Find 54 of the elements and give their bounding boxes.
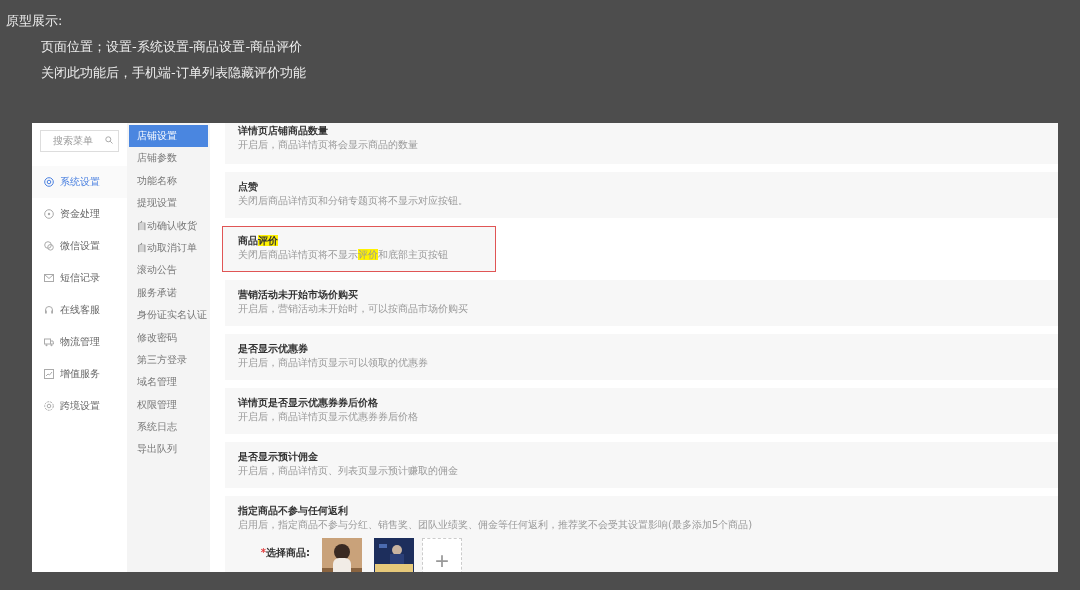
coin-icon [44, 208, 54, 219]
search-field[interactable]: 搜索菜单 [40, 129, 119, 152]
setting-title: 商品评价 [238, 234, 279, 248]
sidebar-item[interactable]: 资金处理 [32, 197, 127, 230]
sidebar-item[interactable]: 物流管理 [32, 325, 127, 358]
sidebar-item[interactable]: 跨境设置 [32, 389, 127, 422]
setting-description: 开启后，商品详情页显示可以领取的优惠券 [238, 356, 429, 370]
setting-title: 点赞 [238, 180, 259, 194]
setting-title: 营销活动未开始市场价购买 [238, 288, 359, 302]
truck-icon [44, 336, 54, 347]
submenu-item[interactable]: 店铺设置 [129, 125, 208, 148]
field-label: *选择商品: [259, 546, 310, 560]
sidebar-item[interactable]: 增值服务 [32, 357, 127, 390]
setting-title: 是否显示预计佣金 [238, 450, 319, 464]
setting-description: 关闭后商品详情页将不显示评价和底部主页按钮 [238, 248, 449, 262]
setting-description: 关闭后商品详情页和分销专题页将不显示对应按钮。 [238, 194, 469, 208]
notes-line: 关闭此功能后，手机端-订单列表隐藏评价功能 [40, 64, 307, 82]
notes-line: 页面位置；设置-系统设置-商品设置-商品评价 [40, 38, 304, 56]
setting-description: 开启后，营销活动未开始时，可以按商品市场价购买 [238, 302, 469, 316]
submenu-item[interactable]: 滚动公告 [129, 259, 208, 282]
chart-icon [44, 368, 54, 379]
envelope-icon [44, 272, 54, 283]
setting-description: 开启后，商品详情页显示优惠券券后价格 [238, 410, 419, 424]
submenu-item[interactable]: 域名管理 [129, 371, 208, 394]
submenu-item[interactable]: 自动确认收货 [129, 214, 208, 237]
submenu-item[interactable]: 自动取消订单 [129, 236, 208, 260]
setting-title: 详情页是否显示优惠券券后价格 [238, 396, 379, 410]
submenu-item[interactable]: 服务承诺 [129, 281, 208, 305]
submenu-item[interactable]: 系统日志 [129, 416, 208, 439]
sidebar-item[interactable]: 短信记录 [32, 261, 127, 294]
sidebar-item[interactable]: 系统设置 [32, 165, 127, 198]
submenu-item[interactable]: 导出队列 [129, 438, 208, 461]
submenu-item[interactable]: 修改密码 [129, 326, 208, 349]
search-icon [105, 136, 113, 144]
setting-description: 开启后，商品详情页将会显示商品的数量 [238, 138, 419, 152]
sidebar-item[interactable]: 微信设置 [32, 229, 127, 262]
sidebar-item[interactable]: 在线客服 [32, 293, 127, 326]
setting-title: 指定商品不参与任何返利 [238, 504, 349, 518]
notes-heading: 原型展示: [6, 12, 64, 30]
setting-description: 开启后，商品详情页、列表页显示预计赚取的佣金 [238, 464, 459, 478]
setting-title: 是否显示优惠券 [238, 342, 309, 356]
chat-icon [44, 240, 54, 251]
submenu-item[interactable]: 店铺参数 [129, 147, 208, 170]
submenu-item[interactable]: 提现设置 [129, 192, 208, 215]
submenu-item[interactable]: 功能名称 [129, 169, 208, 193]
submenu-item[interactable]: 第三方登录 [129, 348, 208, 372]
submenu-item[interactable]: 权限管理 [129, 393, 208, 417]
add-product-button[interactable]: + [422, 538, 462, 572]
gear-icon [44, 400, 54, 411]
setting-title: 详情页店铺商品数量 [238, 124, 329, 138]
target-icon [44, 176, 54, 187]
submenu-item[interactable]: 身份证实名认证 [129, 304, 208, 327]
headset-icon [44, 304, 54, 315]
setting-description: 启用后，指定商品不参与分红、销售奖、团队业绩奖、佣金等任何返利，推荐奖不会受其设置影响(最多添加5个商品) [238, 518, 754, 532]
